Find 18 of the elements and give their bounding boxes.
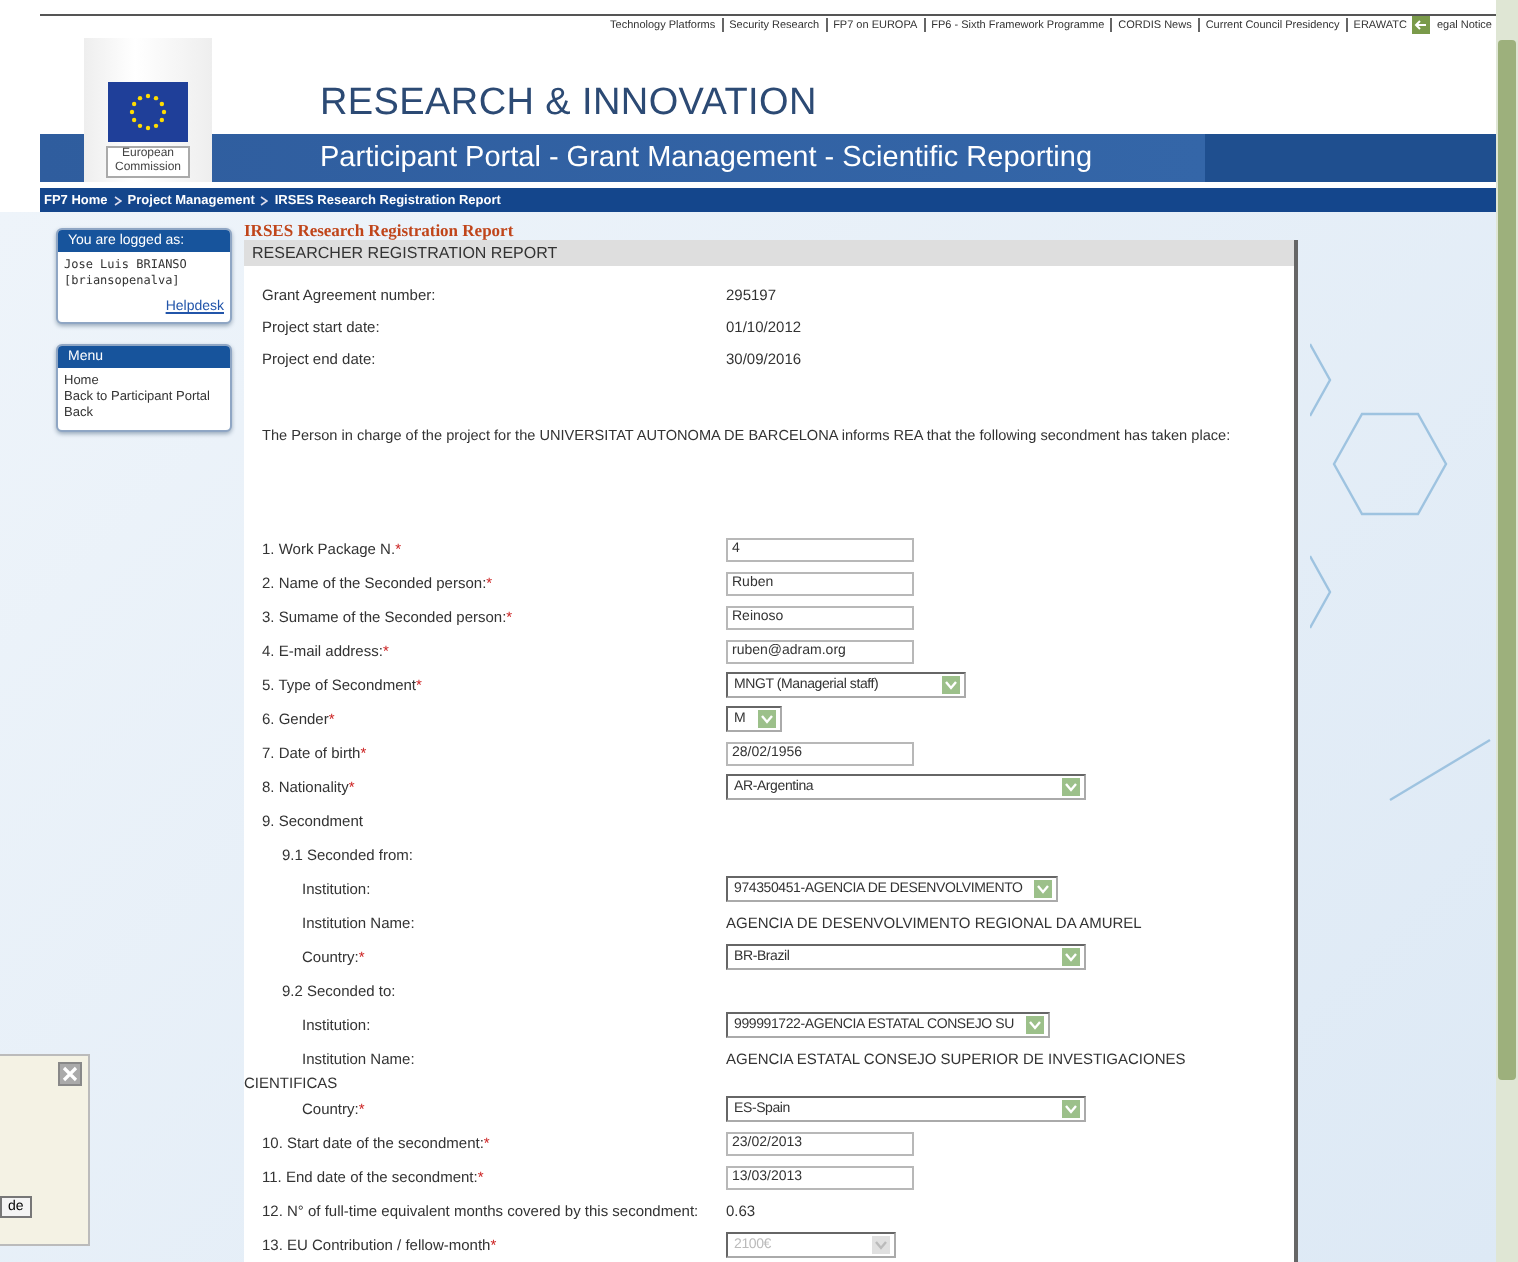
section-header: RESEARCHER REGISTRATION REPORT	[244, 240, 1294, 266]
dropdown-caret-icon	[872, 1236, 890, 1254]
dropdown-caret-icon	[1062, 948, 1080, 966]
dropdown-caret-icon	[1034, 880, 1053, 898]
dropdown-caret-icon	[758, 710, 776, 728]
dropdown-caret-icon	[1026, 1016, 1044, 1034]
dropdown-caret-icon	[942, 676, 960, 694]
dropdown-caret-icon	[1062, 778, 1080, 796]
star-flag-icon	[108, 82, 188, 143]
report-title: IRSES Research Registration Report	[244, 220, 516, 240]
site-title: RESEARCH & INNOVATION	[320, 82, 817, 127]
chevron-icon	[113, 195, 122, 206]
close-icon[interactable]	[58, 1062, 82, 1086]
chevron-icon	[260, 195, 269, 206]
back-arrow-icon[interactable]	[1412, 16, 1431, 35]
portal-subtitle: Participant Portal - Grant Management - Scientific Reporting	[320, 142, 1093, 175]
scrollbar[interactable]	[1496, 0, 1518, 1262]
dropdown-caret-icon	[1062, 1100, 1080, 1118]
